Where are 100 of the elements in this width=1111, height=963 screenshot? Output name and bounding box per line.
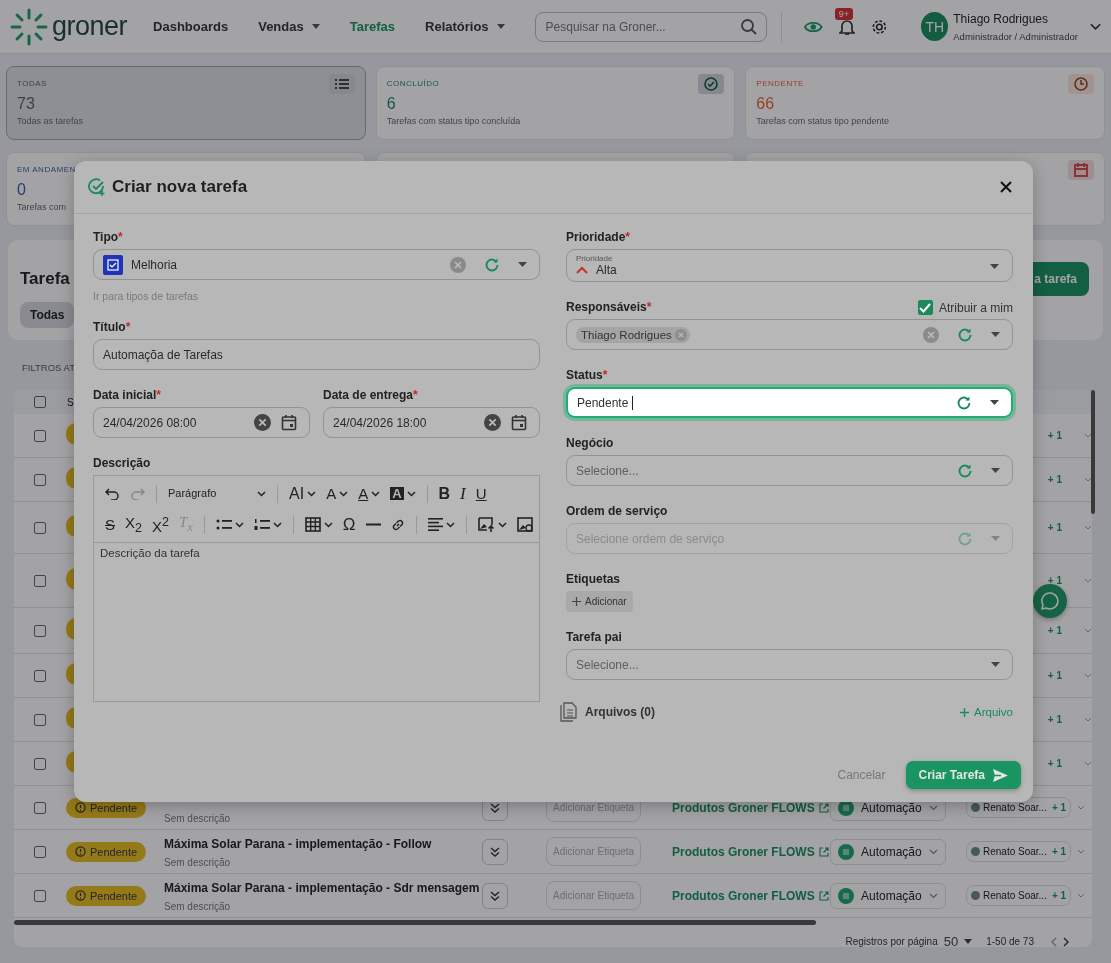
per-page-select[interactable]: 50 [943, 934, 959, 949]
priority-select[interactable]: Prioridade Alta [566, 249, 1013, 282]
caret-icon[interactable] [990, 400, 999, 405]
create-task-button[interactable]: Criar Tarefa [905, 761, 1021, 789]
size-button[interactable]: AI [284, 480, 322, 507]
color-button[interactable]: A [353, 480, 386, 507]
caret-icon[interactable] [964, 939, 973, 944]
assignee-chip[interactable]: Thiago Rodrigues [576, 326, 690, 343]
more-assignees[interactable]: + 1 [1047, 474, 1062, 485]
scrollbar-thumb[interactable] [14, 920, 816, 925]
calendar-icon[interactable] [511, 414, 527, 431]
clock-icon [1068, 74, 1094, 94]
checkbox[interactable] [34, 473, 46, 486]
expand-button[interactable] [482, 838, 508, 865]
category-icon [838, 887, 854, 904]
special-char-button[interactable]: Ω [337, 511, 361, 538]
checkbox[interactable] [34, 669, 46, 682]
block-button[interactable]: Parágrafo [163, 480, 271, 507]
refresh-icon[interactable] [956, 394, 972, 411]
date-field[interactable]: 24/04/2026 18:00 [323, 407, 540, 438]
superscript-button[interactable]: X$^{2}$ [147, 511, 174, 538]
assignees-select[interactable]: Thiago Rodrigues [566, 319, 1013, 350]
caret-icon[interactable] [518, 262, 527, 267]
caret-icon[interactable] [991, 662, 1000, 667]
add-tag-button[interactable]: Adicionar [566, 591, 633, 612]
field-label: Etiquetas [566, 572, 621, 586]
parent-task-select[interactable]: Selecione... [566, 649, 1013, 680]
more-assignees[interactable]: + 1 [1047, 714, 1062, 725]
calendar-icon[interactable] [281, 414, 297, 431]
checkbox[interactable] [34, 521, 46, 534]
task-title[interactable]: Máxima Solar Parana - implementação - Sdr mensagem [164, 881, 482, 895]
type-select[interactable]: Melhoria [93, 249, 540, 280]
previous-page-icon[interactable] [1050, 936, 1057, 947]
clear-icon[interactable] [484, 414, 501, 431]
description-input[interactable]: Descrição da tarefa [94, 543, 539, 701]
numbered-list-icon [253, 518, 270, 531]
next-page-icon[interactable] [1063, 936, 1070, 947]
bold-button[interactable]: B [433, 480, 456, 507]
caret-icon[interactable] [991, 468, 1000, 473]
scrollbar-thumb[interactable] [1091, 390, 1095, 514]
nav-link[interactable]: Vendas [258, 19, 320, 34]
checkbox[interactable] [34, 624, 46, 637]
bell-icon[interactable] [838, 17, 855, 36]
strike-button[interactable]: S [100, 511, 120, 538]
status-select[interactable]: Pendente [566, 387, 1013, 418]
caret-icon[interactable] [990, 264, 999, 269]
checkbox[interactable] [34, 429, 46, 442]
status-badge[interactable]: Pendente [66, 885, 147, 906]
more-assignees[interactable]: + 1 [1047, 670, 1062, 681]
field-label: Prioridade* [566, 230, 632, 244]
font-button[interactable]: A [321, 480, 354, 507]
more-assignees[interactable]: + 1 [1047, 758, 1062, 769]
checkbox[interactable] [34, 801, 46, 814]
subscript-button[interactable]: X$_{2}$ [120, 511, 147, 538]
checkbox[interactable] [34, 845, 46, 858]
stat-card[interactable]: TODAS 73 Todas as tarefas [6, 66, 366, 140]
checkbox[interactable] [34, 757, 46, 770]
filter-tab[interactable]: Todas [20, 302, 75, 328]
page-title: Tarefa [20, 269, 70, 289]
nav-link[interactable]: Dashboards [153, 19, 229, 34]
align-left-icon [427, 518, 443, 531]
project-link[interactable]: Produtos Groner FLOWS [672, 844, 815, 859]
more-assignees[interactable]: + 1 [1047, 575, 1062, 586]
deal-select[interactable]: Selecione... [566, 455, 1013, 486]
expand-button[interactable] [482, 882, 508, 909]
task-title[interactable]: Máxima Solar Parana - implementação - Follow [164, 837, 482, 851]
project-link[interactable]: Produtos Groner FLOWS [672, 800, 815, 815]
checkbox[interactable] [34, 713, 46, 726]
underline-button[interactable]: U [470, 480, 492, 507]
status-badge[interactable]: Pendente [66, 841, 147, 862]
chevron-icon[interactable] [1089, 22, 1101, 31]
caret-icon[interactable] [991, 332, 1000, 337]
settings-icon[interactable] [870, 17, 888, 36]
more-assignees[interactable]: + 1 [1047, 522, 1062, 533]
user-avatar[interactable]: TH [921, 12, 949, 41]
close-icon[interactable] [999, 180, 1013, 194]
nav-link[interactable]: Relatórios [425, 19, 505, 34]
search-input[interactable]: Pesquisar na Groner... [543, 18, 741, 35]
checkbox[interactable] [34, 574, 46, 587]
project-link[interactable]: Produtos Groner FLOWS [672, 888, 815, 903]
list-icon [328, 74, 355, 94]
category-select[interactable]: Automação [830, 882, 946, 909]
checkbox-label[interactable]: Atribuir a mim [939, 300, 1013, 315]
checkbox[interactable] [34, 889, 46, 902]
nav-link[interactable]: Tarefas [349, 19, 395, 34]
more-assignees[interactable]: + 1 [1047, 430, 1062, 441]
highlight-button[interactable]: A [385, 480, 421, 507]
date-field[interactable]: 24/04/2026 08:00 [93, 407, 310, 438]
checkbox[interactable] [918, 300, 933, 315]
italic-button[interactable]: I [455, 480, 471, 507]
clear-icon[interactable] [254, 414, 271, 431]
search-field[interactable]: Pesquisar na Groner... [534, 11, 768, 42]
title-input[interactable]: Automaçõa de Tarefas [93, 339, 540, 370]
assignee-select[interactable]: Renato Soar... + 1 [966, 885, 1072, 906]
checkbox[interactable] [34, 396, 46, 408]
stat-card[interactable]: PENDENTE 66 Tarefas com status tipo pendente [745, 66, 1105, 140]
stat-card[interactable]: CONCLUÍDO 6 Tarefas com status tipo concluída [375, 66, 736, 140]
category-select[interactable]: Automação [830, 838, 946, 865]
assignee-select[interactable]: Renato Soar... + 1 [966, 841, 1072, 862]
more-assignees[interactable]: + 1 [1047, 625, 1062, 636]
